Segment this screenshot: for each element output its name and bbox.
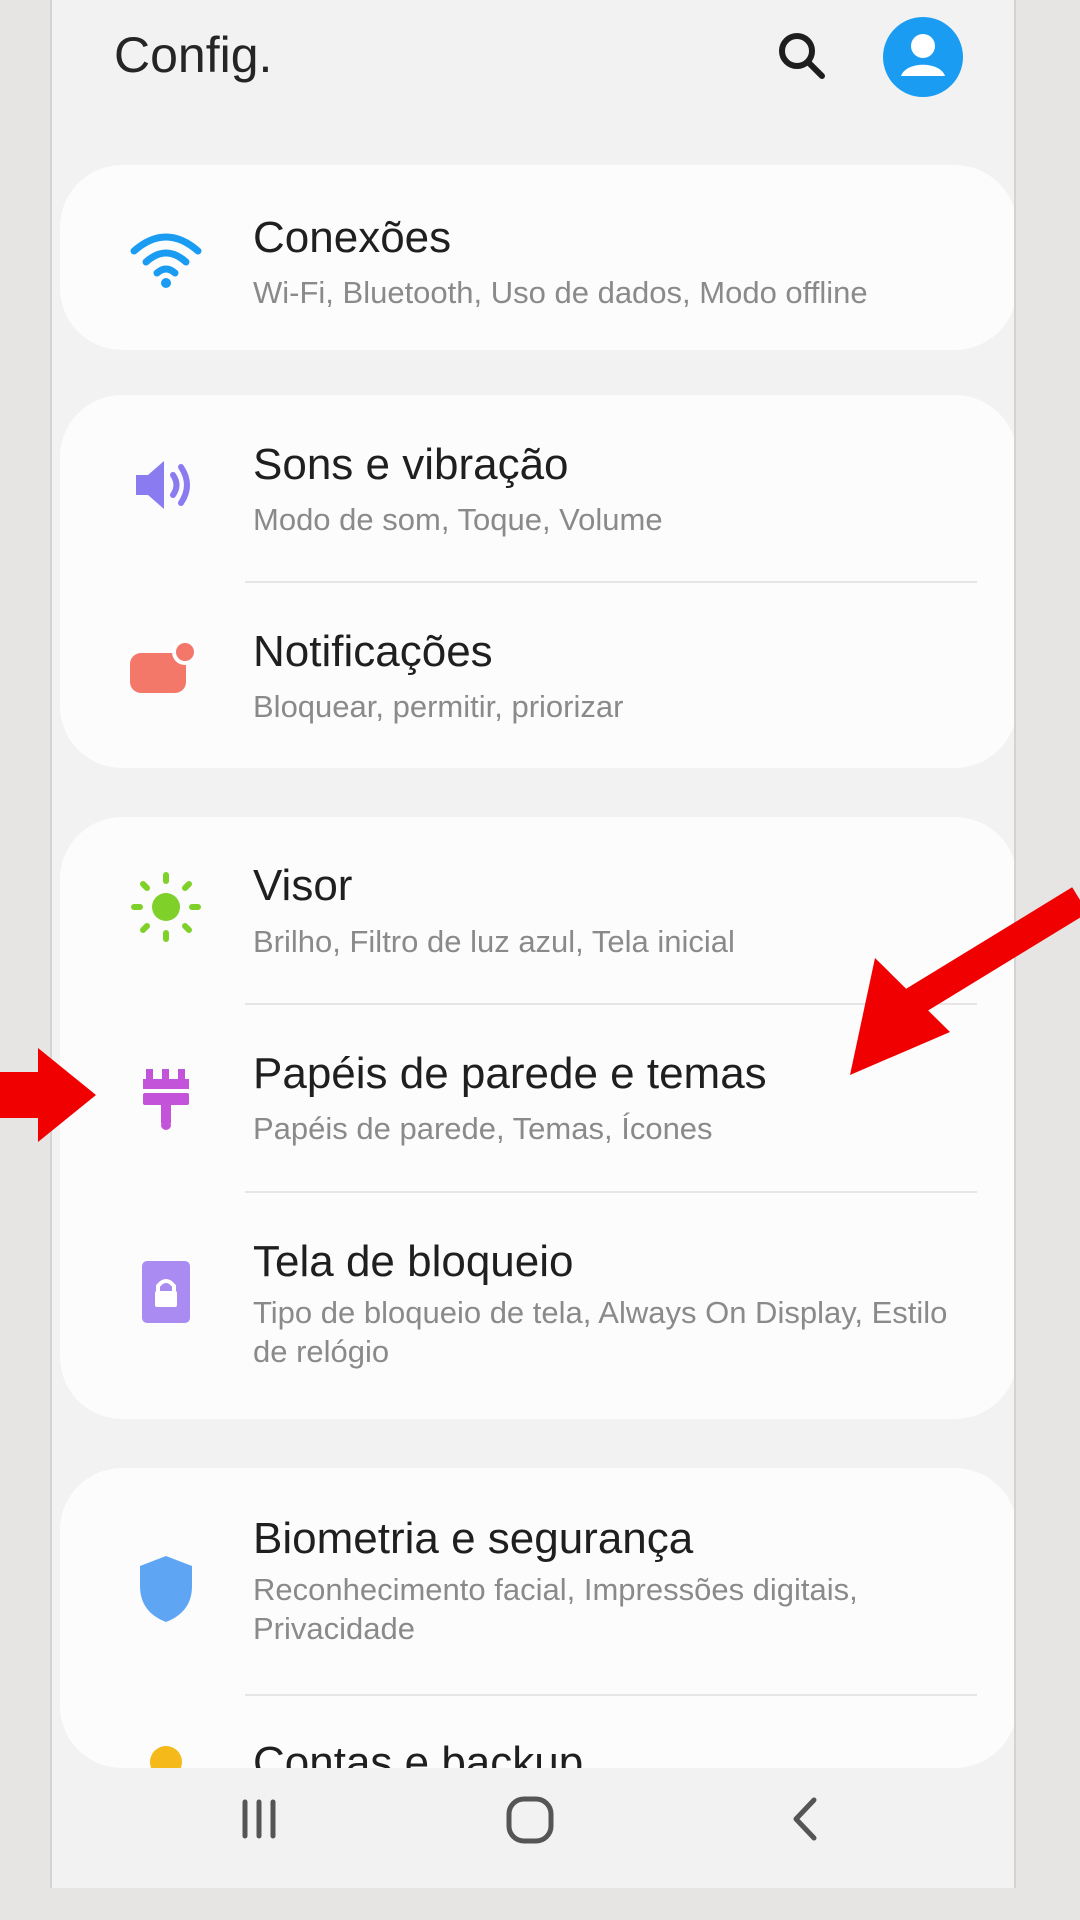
wifi-icon [130,233,202,288]
search-button[interactable] [772,26,832,86]
lock-screen-icon [142,1261,190,1323]
settings-item-title: Tela de bloqueio [253,1237,574,1286]
back-icon[interactable] [776,1790,836,1850]
settings-item-subtitle: Papéis de parede, Temas, Ícones [253,1111,713,1146]
notification-icon [130,639,198,693]
settings-item-biometrics[interactable]: Biometria e segurança Reconhecimento fac… [60,1468,1014,1694]
settings-item-title: Biometria e segurança [253,1514,694,1563]
settings-item-title: Conexões [253,213,452,262]
annotation-arrow-left [0,1048,96,1142]
settings-item-title: Sons e vibração [253,440,569,489]
navigation-bar [52,1770,1014,1888]
shield-icon [140,1556,192,1622]
settings-item-title: Contas e backup [253,1738,584,1768]
settings-card-sound: Sons e vibração Modo de som, Toque, Volu… [60,395,1014,768]
settings-item-subtitle: Reconhecimento facial, Impressões digita… [253,1572,858,1646]
settings-item-subtitle: Wi-Fi, Bluetooth, Uso de dados, Modo off… [253,275,868,310]
annotation-arrow-right [850,887,1080,1075]
settings-item-notifications[interactable]: Notificações Bloquear, permitir, prioriz… [60,583,1014,768]
settings-item-title: Notificações [253,627,493,676]
settings-card-security: Biometria e segurança Reconhecimento fac… [60,1468,1014,1768]
settings-item-subtitle: Modo de som, Toque, Volume [253,502,663,537]
settings-item-accounts[interactable]: Contas e backup [60,1696,1014,1768]
key-icon [150,1746,182,1768]
settings-item-lock-screen[interactable]: Tela de bloqueio Tipo de bloqueio de tel… [60,1193,1014,1419]
settings-item-subtitle: Tipo de bloqueio de tela, Always On Disp… [253,1295,948,1369]
settings-card-connections: Conexões Wi-Fi, Bluetooth, Uso de dados,… [60,165,1014,350]
recents-icon[interactable] [230,1790,290,1850]
settings-item-subtitle: Bloquear, permitir, priorizar [253,689,624,724]
settings-item-connections[interactable]: Conexões Wi-Fi, Bluetooth, Uso de dados,… [60,165,1014,350]
home-icon[interactable] [500,1790,560,1850]
sun-icon [131,872,201,942]
account-icon [883,17,963,97]
speaker-icon [136,461,190,509]
settings-item-sounds[interactable]: Sons e vibração Modo de som, Toque, Volu… [60,395,1014,582]
settings-item-title: Papéis de parede e temas [253,1049,767,1098]
app-bar: Config. [52,0,1014,140]
account-button[interactable] [882,16,964,98]
settings-item-title: Visor [253,861,353,910]
page-title: Config. [114,27,273,83]
paintbrush-icon [143,1069,189,1130]
search-icon [779,33,825,79]
